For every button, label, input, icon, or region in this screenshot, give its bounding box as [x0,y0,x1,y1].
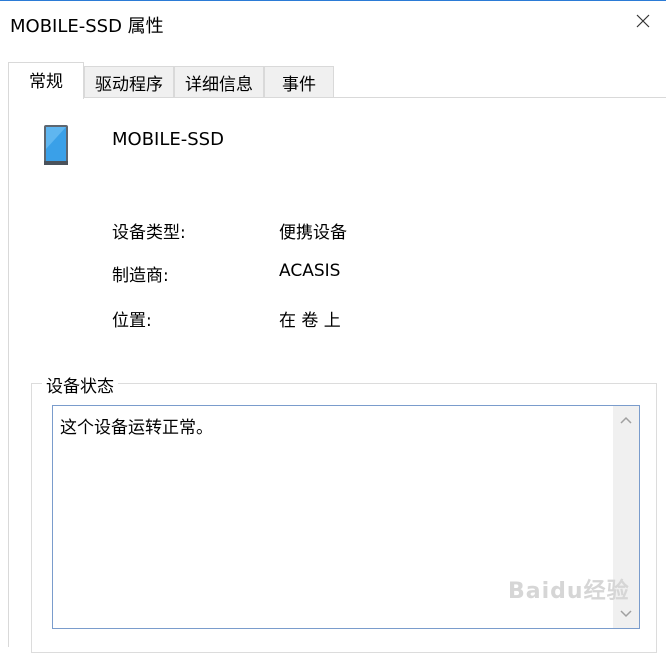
device-type-label: 设备类型: [112,223,186,243]
title-bar: MOBILE-SSD 属性 [0,0,666,46]
device-status-text: 这个设备运转正常。 [60,418,213,438]
device-name: MOBILE-SSD [112,129,224,150]
manufacturer-label: 制造商: [112,266,169,286]
tab-general-label: 常规 [29,72,63,92]
tab-events-label: 事件 [282,75,316,95]
scroll-up-button[interactable] [613,408,639,432]
watermark: Baidu经验 [508,579,630,604]
device-status-legend: 设备状态 [42,372,118,397]
chevron-up-icon [620,416,632,424]
close-button[interactable] [620,1,666,41]
chevron-down-icon [620,610,632,618]
tab-driver-label: 驱动程序 [95,75,163,95]
tab-driver[interactable]: 驱动程序 [84,66,174,98]
manufacturer-value: ACASIS [279,261,341,281]
tab-general[interactable]: 常规 [8,62,84,99]
device-type-value: 便携设备 [279,223,347,243]
tab-details-label: 详细信息 [185,75,253,95]
close-icon [636,14,650,28]
window-title: MOBILE-SSD 属性 [10,16,164,37]
scroll-down-button[interactable] [613,602,639,626]
location-label: 位置: [112,311,152,331]
location-value: 在 卷 上 [279,311,341,331]
tab-details[interactable]: 详细信息 [174,66,264,98]
tab-strip: 常规 驱动程序 详细信息 事件 [0,62,666,99]
tab-events[interactable]: 事件 [264,66,334,98]
portable-device-icon [44,125,68,165]
